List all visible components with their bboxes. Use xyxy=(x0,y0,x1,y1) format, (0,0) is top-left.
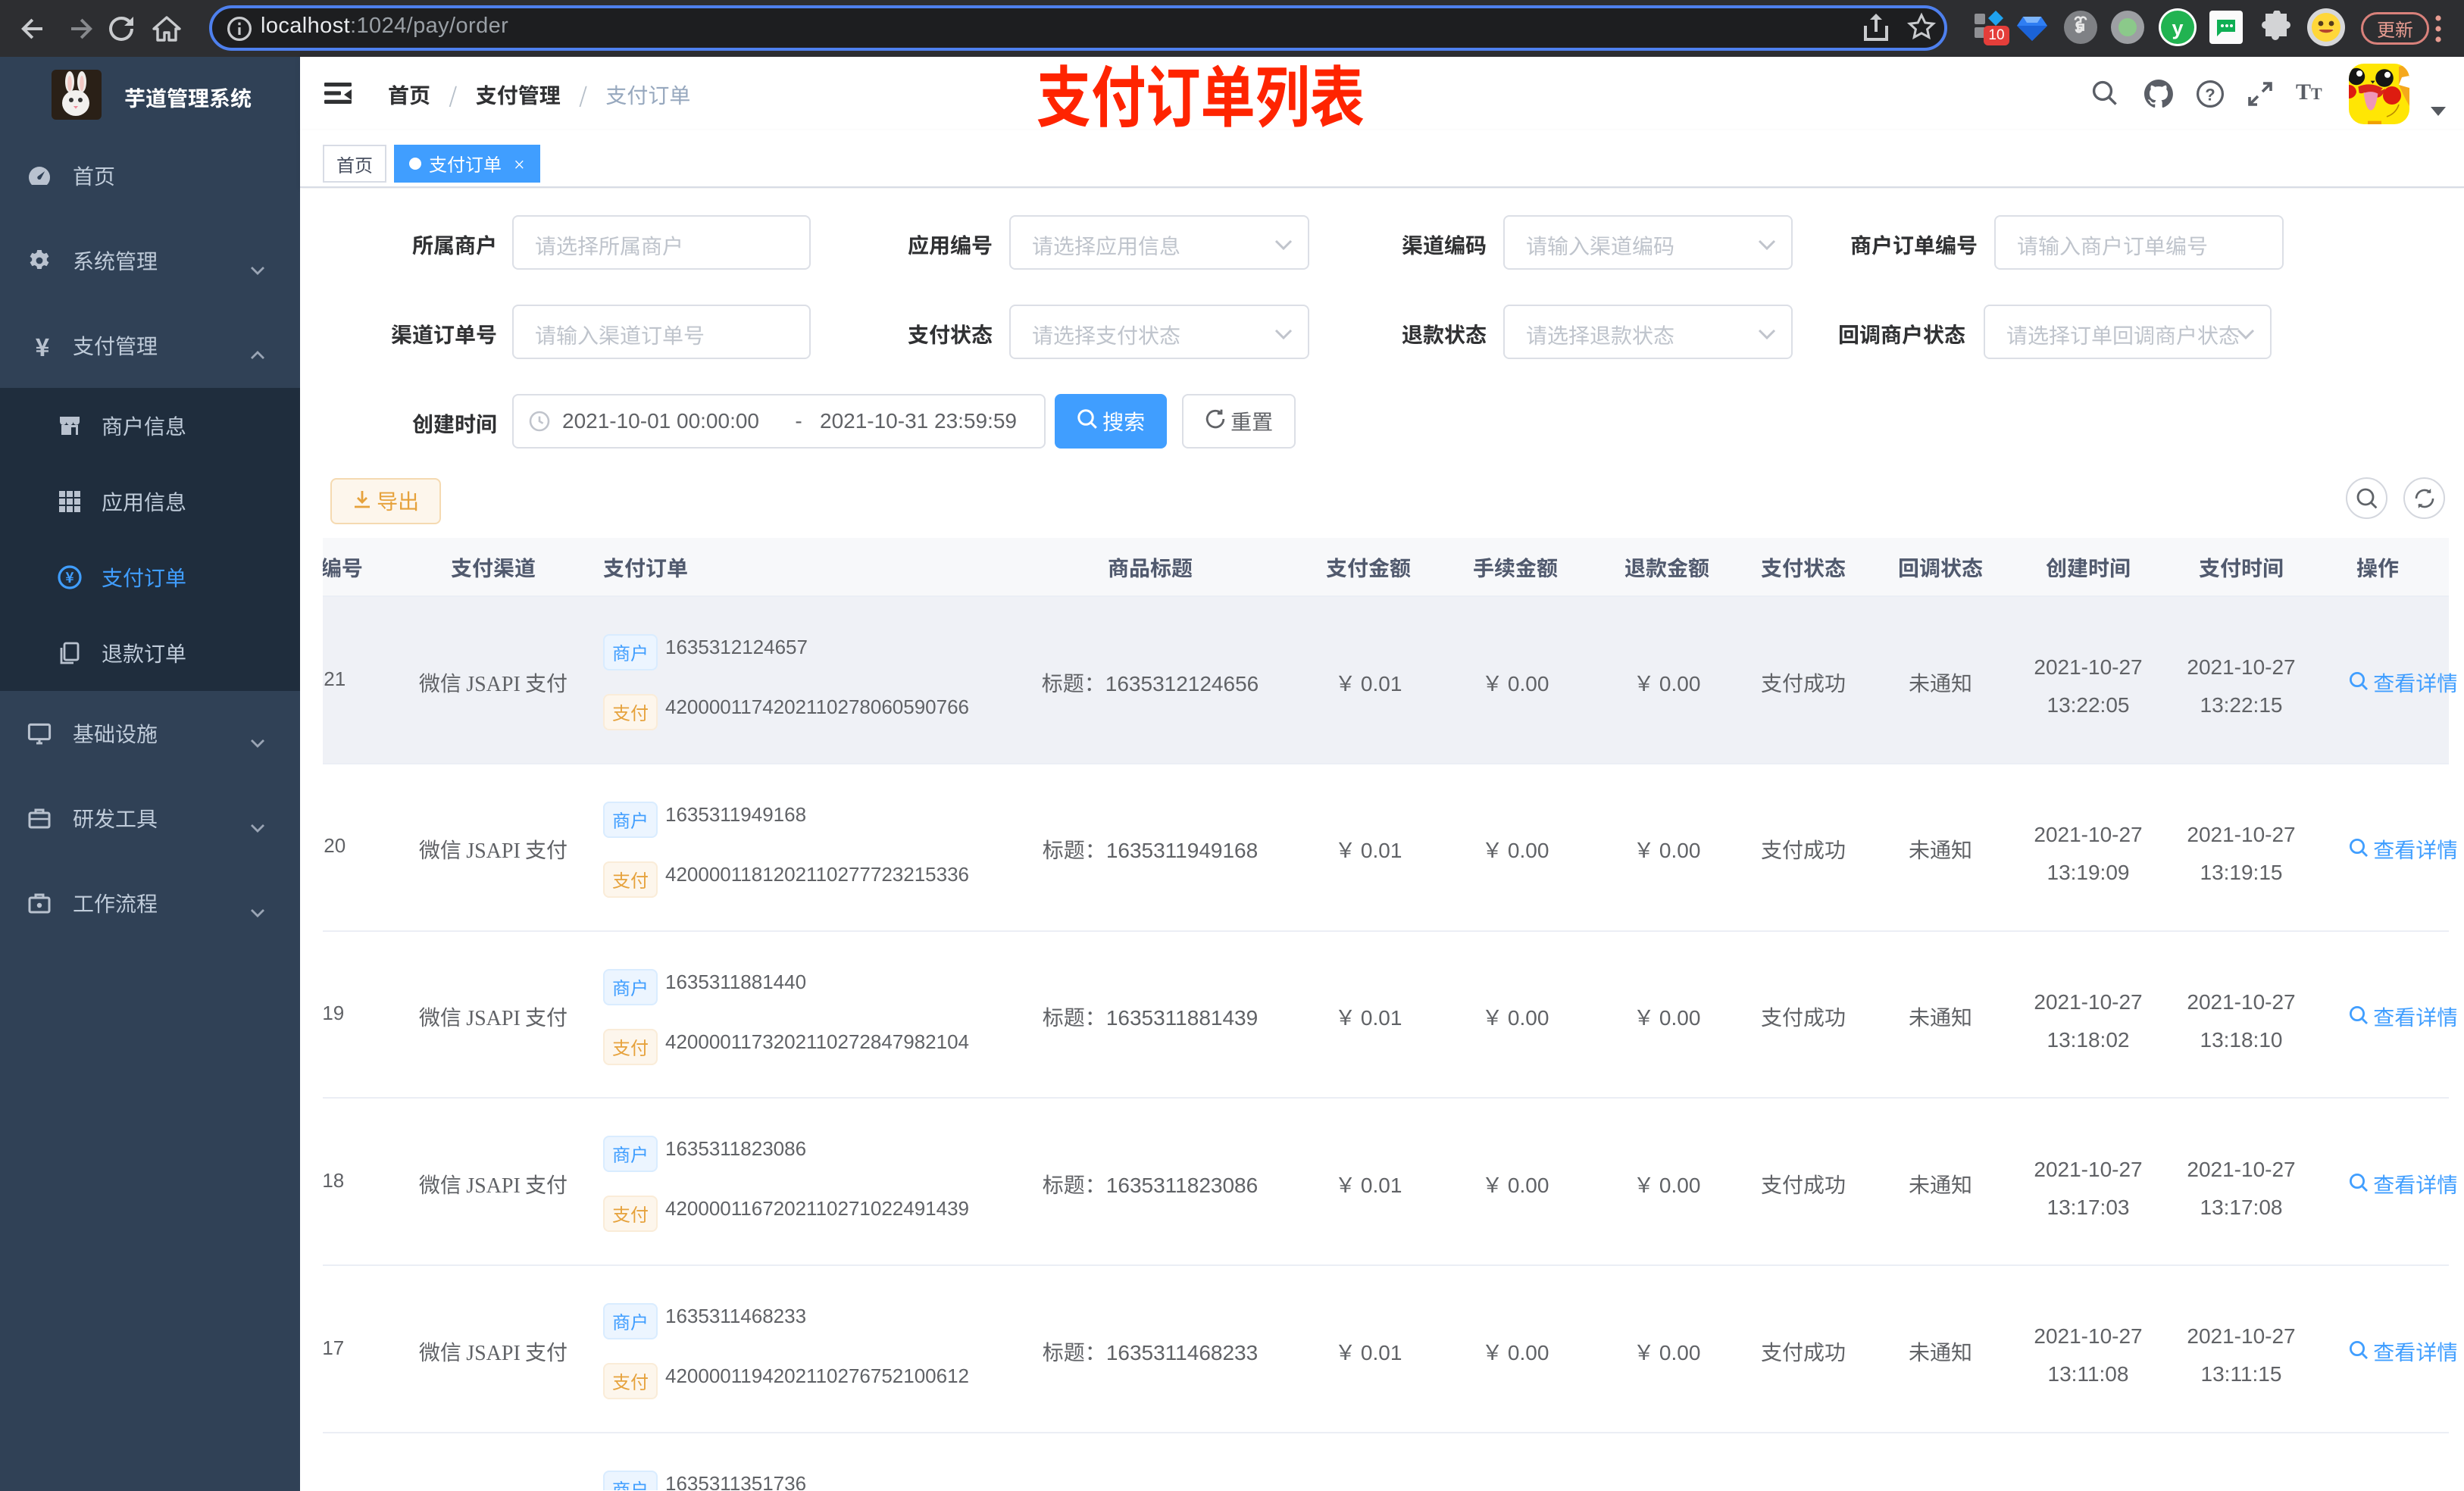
svg-text:y: y xyxy=(2172,17,2183,39)
svg-text:?: ? xyxy=(2205,85,2215,104)
svg-text:¥: ¥ xyxy=(65,567,73,587)
